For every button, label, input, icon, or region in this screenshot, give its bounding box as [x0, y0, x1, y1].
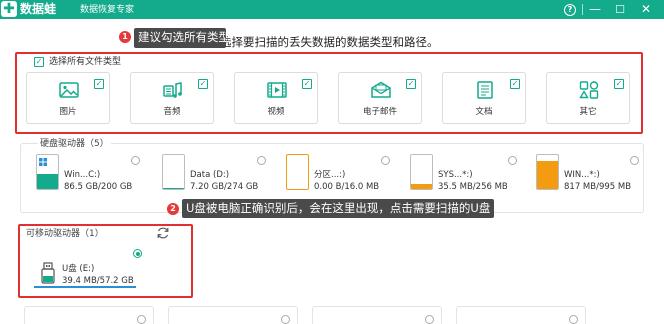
app-subtitle: 数据恢复专家	[80, 5, 135, 15]
bottom-card[interactable]	[24, 306, 154, 324]
help-icon: ?	[564, 4, 576, 16]
title-separator	[582, 4, 583, 15]
bottom-card-radio[interactable]	[425, 315, 434, 324]
refresh-icon[interactable]	[156, 226, 170, 240]
drive-name: 分区...:)	[314, 170, 346, 180]
app-name: 数据蛙	[20, 2, 57, 16]
usb-drive-item[interactable]: U盘 (E:) 39.4 MB/57.2 GB	[30, 244, 150, 292]
title-bar: ✚ 数据蛙 数据恢复专家 ? — ☐ ✕	[0, 0, 664, 19]
usb-selection-bar	[34, 286, 136, 288]
drive-size: 35.5 MB/256 MB	[438, 182, 508, 192]
drive-radio[interactable]	[630, 156, 639, 165]
bottom-card-radio[interactable]	[137, 315, 146, 324]
drive-radio[interactable]	[257, 156, 266, 165]
removable-drives-label: 可移动驱动器（1）	[26, 229, 104, 239]
minimize-button[interactable]: —	[585, 0, 605, 19]
drive-radio[interactable]	[508, 156, 517, 165]
bottom-card[interactable]	[312, 306, 442, 324]
video-icon	[267, 82, 287, 98]
step-badge-1: 1	[119, 31, 131, 43]
bottom-card[interactable]	[456, 306, 586, 324]
app-logo-icon: ✚	[1, 1, 17, 17]
usb-icon	[41, 262, 55, 284]
help-button[interactable]: ?	[560, 0, 580, 19]
drive-radio[interactable]	[381, 156, 390, 165]
file-type-checkbox[interactable]: ✓	[510, 79, 520, 89]
usb-drive-radio[interactable]	[133, 249, 142, 258]
file-type-label: 音频	[163, 107, 181, 117]
drive-icon	[536, 154, 559, 190]
drive-usage-fill	[163, 187, 184, 189]
audio-icon	[163, 82, 182, 98]
file-type-checkbox[interactable]: ✓	[406, 79, 416, 89]
other-icon	[579, 81, 599, 99]
tooltip-select-all-types: 建议勾选所有类型	[134, 28, 230, 48]
bottom-card[interactable]	[168, 306, 298, 324]
drive-name: Win...C:)	[64, 170, 101, 180]
file-type-card-audio[interactable]: ✓ 音频	[130, 72, 214, 124]
drive-size: 0.00 B/16.0 MB	[314, 182, 380, 192]
file-type-card-document[interactable]: ✓ 文档	[442, 72, 526, 124]
drive-icon	[286, 154, 309, 190]
file-type-checkbox[interactable]: ✓	[198, 79, 208, 89]
file-type-card-email[interactable]: ✓ 电子邮件	[338, 72, 422, 124]
drive-usage-fill	[537, 161, 558, 189]
select-all-label: 选择所有文件类型	[49, 57, 122, 67]
file-type-label: 视频	[267, 107, 285, 117]
drive-size: 86.5 GB/200 GB	[64, 182, 133, 192]
bottom-card-radio[interactable]	[569, 315, 578, 324]
drive-name: SYS...*:)	[438, 170, 473, 180]
drive-radio[interactable]	[131, 156, 140, 165]
file-type-checkbox[interactable]: ✓	[302, 79, 312, 89]
file-type-label: 其它	[579, 107, 597, 117]
file-type-label: 电子邮件	[362, 107, 397, 117]
file-type-label: 图片	[59, 107, 77, 117]
file-type-label: 文档	[475, 107, 493, 117]
hard-drives-label: 硬盘驱动器（5）	[38, 138, 111, 150]
maximize-button[interactable]: ☐	[610, 0, 630, 19]
file-type-card-other[interactable]: ✓ 其它	[546, 72, 630, 124]
email-icon	[371, 81, 391, 98]
step-badge-2: 2	[167, 203, 179, 215]
drive-name: Data (D:)	[190, 170, 230, 180]
usb-drive-name: U盘 (E:)	[62, 264, 95, 274]
file-type-checkbox[interactable]: ✓	[614, 79, 624, 89]
select-all-checkbox[interactable]: ✓	[34, 57, 44, 67]
drive-icon	[410, 154, 433, 190]
tooltip-usb-hint: U盘被电脑正确识别后，会在这里出现，点击需要扫描的U盘	[182, 199, 494, 218]
file-type-card-image[interactable]: ✓ 图片	[26, 72, 110, 124]
instruction-text: 选择要扫描的丢失数据的数据类型和路径。	[220, 35, 439, 49]
bottom-card-radio[interactable]	[281, 315, 290, 324]
windows-drive-icon	[36, 154, 59, 190]
file-type-card-video[interactable]: ✓ 视频	[234, 72, 318, 124]
drive-size: 7.20 GB/274 GB	[190, 182, 259, 192]
drive-usage-fill	[411, 184, 432, 189]
document-icon	[477, 81, 493, 99]
file-type-checkbox[interactable]: ✓	[94, 79, 104, 89]
drive-usage-fill	[37, 174, 58, 189]
close-button[interactable]: ✕	[636, 0, 656, 19]
drive-icon	[162, 154, 185, 190]
drive-name: WIN...*:)	[564, 170, 600, 180]
image-icon	[59, 82, 79, 98]
drive-size: 817 MB/995 MB	[564, 182, 632, 192]
